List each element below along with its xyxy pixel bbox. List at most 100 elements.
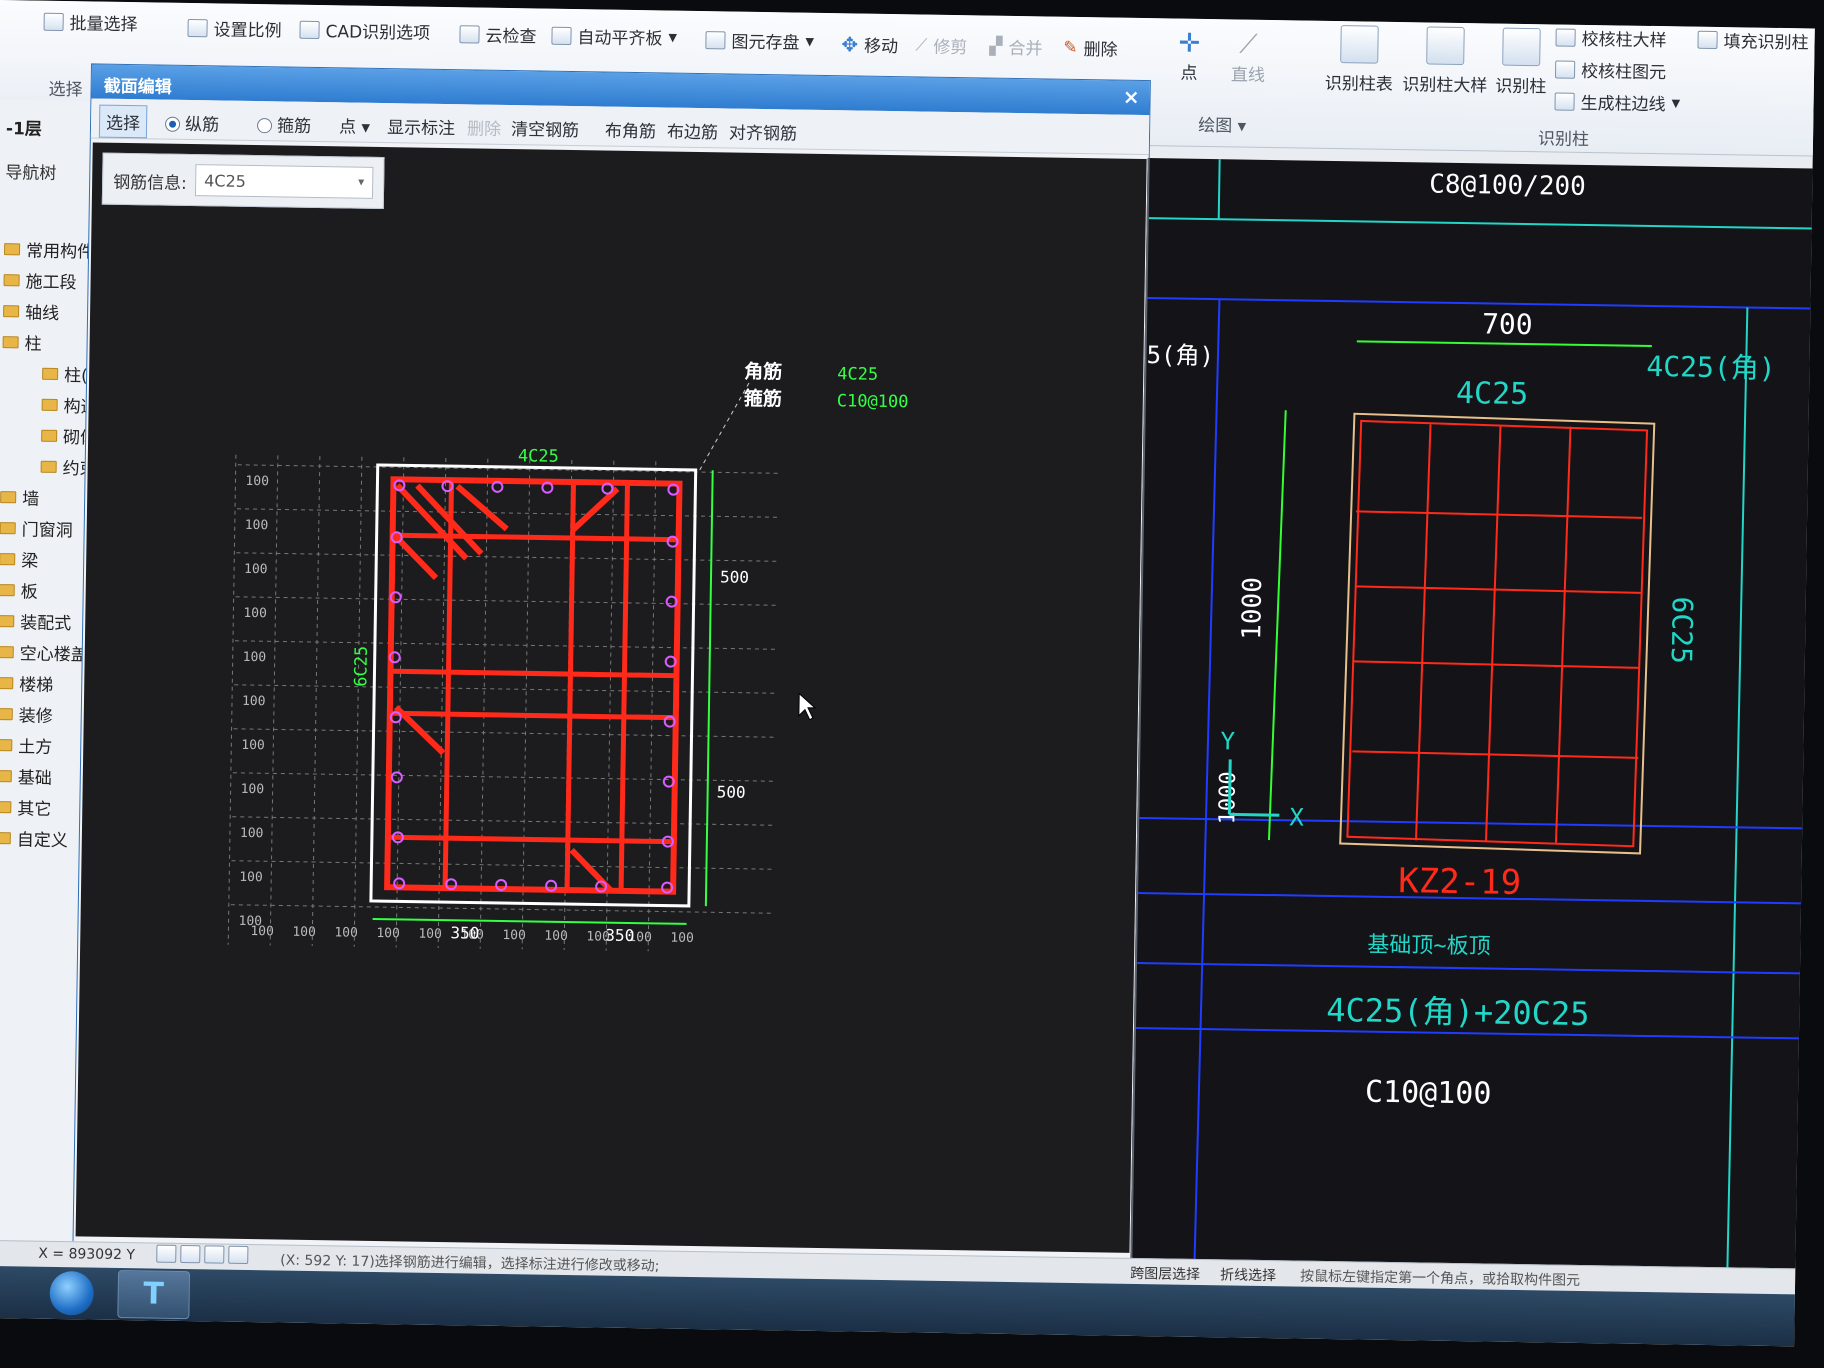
ortho-icon[interactable] <box>156 1244 177 1263</box>
check-col-element-button[interactable]: 校核柱图元 <box>1554 56 1666 83</box>
nav-item[interactable]: 其它 <box>0 794 52 820</box>
cross-layer-select-button[interactable]: 跨图层选择 <box>1130 1263 1200 1284</box>
select-group-label: 选择 <box>48 79 83 101</box>
line-icon: ⟋ <box>1239 29 1258 60</box>
nav-item[interactable]: 基础 <box>0 763 52 789</box>
start-button[interactable] <box>49 1270 95 1316</box>
cad-stirrup-leg <box>1356 510 1643 519</box>
chevron-down-icon: ▾ <box>361 117 371 138</box>
auto-align-slab-button[interactable]: 自动平齐板 ▾ <box>551 23 677 50</box>
folder-icon <box>0 521 16 534</box>
save-icon <box>705 30 726 49</box>
folder-icon <box>3 304 20 317</box>
nav-item[interactable]: 装配式 <box>0 608 71 634</box>
trim-button[interactable]: ⟋ 修剪 <box>915 32 967 58</box>
line-button[interactable]: ⟋ 直线 <box>1221 29 1276 86</box>
nav-item[interactable]: 轴线 <box>3 298 59 324</box>
nav-item-label: 其它 <box>17 799 52 820</box>
batch-select-button[interactable]: 批量选择 <box>43 9 138 35</box>
floor-selector[interactable]: -1层 <box>6 114 42 140</box>
cad-stirrup-leg <box>1352 750 1639 759</box>
axis-line <box>1229 812 1280 817</box>
cad-left-cut: 5(角) <box>1146 341 1214 370</box>
side-rebar-label: 6C25 <box>351 646 372 687</box>
nav-item[interactable]: 梁 <box>0 546 38 572</box>
select-tool-button[interactable]: 选择 <box>98 104 148 139</box>
fill-identify-col-button[interactable]: 填充识别柱 <box>1697 27 1809 53</box>
app-taskbar-button[interactable]: T <box>117 1270 191 1320</box>
nav-item-label: 板 <box>20 582 38 603</box>
cad-stirrup <box>1346 419 1649 848</box>
set-scale-button[interactable]: 设置比例 <box>187 15 282 41</box>
coords-readout: X = 893092 Y <box>38 1245 136 1264</box>
table-line <box>1725 307 1749 1288</box>
chevron-down-icon: ▾ <box>805 31 815 52</box>
radio-checked-icon <box>164 116 181 132</box>
nav-item[interactable]: 空心楼盖 <box>0 639 88 665</box>
grid-line <box>395 457 405 948</box>
nav-item[interactable]: 楼梯 <box>0 670 53 696</box>
nav-item[interactable]: 墙 <box>0 484 39 510</box>
grid-icon[interactable] <box>228 1245 249 1265</box>
snap-icon[interactable] <box>180 1244 201 1264</box>
delete-button[interactable]: ✎ 删除 <box>1063 35 1118 60</box>
cad-icon <box>299 20 320 39</box>
section-canvas[interactable]: 钢筋信息: 4C25 ▾ 100 100 100 100 100 100 100 100 100 1… <box>75 142 1147 1253</box>
rebar-info-input[interactable]: 4C25 ▾ <box>194 164 374 199</box>
folder-icon <box>0 738 13 751</box>
identify-col-button[interactable]: 识别柱 <box>1489 27 1554 97</box>
chevron-down-icon: ▾ <box>1671 92 1681 113</box>
perpendicular-icon[interactable] <box>204 1245 225 1264</box>
grid-label: 100 <box>242 694 266 709</box>
stirrup-leg <box>394 532 677 543</box>
identify-col-table-button[interactable]: 识别柱表 <box>1319 25 1400 95</box>
table-line <box>1147 297 1815 311</box>
cad-stirrup-text: C10@100 <box>1365 1075 1492 1112</box>
scale-icon <box>187 18 208 37</box>
nav-item[interactable]: 施工段 <box>3 267 77 293</box>
clear-rebar-button[interactable]: 清空钢筋 <box>511 115 579 141</box>
grid-label: 100 <box>670 931 694 946</box>
identify-col-detail-button[interactable]: 识别柱大样 <box>1397 26 1494 96</box>
corner-rebar-button[interactable]: 布角筋 <box>605 117 656 143</box>
dim-right-top: 500 <box>720 567 749 586</box>
cad-elevation: 基础顶~板顶 <box>1367 933 1491 960</box>
move-button[interactable]: ✥ 移动 <box>841 31 898 57</box>
delete-rebar-button[interactable]: 删除 <box>467 114 501 140</box>
nav-item[interactable]: 柱 <box>2 329 42 355</box>
dimension-line <box>704 470 714 907</box>
folder-icon <box>0 707 13 720</box>
folder-icon <box>0 800 12 813</box>
nav-item[interactable]: 板 <box>0 577 38 603</box>
align-rebar-button[interactable]: 对齐钢筋 <box>729 118 797 144</box>
folder-icon <box>0 490 17 503</box>
nav-item[interactable]: 自定义 <box>0 825 68 851</box>
nav-item[interactable]: 门窗洞 <box>0 515 73 541</box>
nav-item[interactable]: 装修 <box>0 701 53 727</box>
polyline-select-button[interactable]: 折线选择 <box>1220 1264 1276 1285</box>
column-detail-icon <box>1426 26 1465 66</box>
check-col-detail-button[interactable]: 校核柱大样 <box>1555 24 1667 51</box>
edge-rebar-button[interactable]: 布边筋 <box>667 117 718 143</box>
top-rebar-label: 4C25 <box>518 446 559 467</box>
cad-options-button[interactable]: CAD识别选项 <box>299 17 430 44</box>
check-element-icon <box>1554 59 1576 79</box>
cad-width-dim: 700 <box>1482 307 1533 341</box>
longitudinal-radio[interactable]: 纵筋 <box>164 110 219 135</box>
show-marks-button[interactable]: 显示标注 <box>387 113 455 139</box>
cloud-check-button[interactable]: 云检查 <box>459 21 537 47</box>
element-save-button[interactable]: 图元存盘 ▾ <box>705 27 814 54</box>
point-button[interactable]: ✛ 点 <box>1169 28 1210 84</box>
close-button[interactable]: × <box>1123 85 1140 109</box>
point-tool-button[interactable]: 点 ▾ <box>339 112 370 137</box>
gen-col-edge-button[interactable]: 生成柱边线 ▾ <box>1554 88 1680 115</box>
stirrup-radio[interactable]: 箍筋 <box>256 111 311 137</box>
merge-button[interactable]: ▞ 合并 <box>989 34 1042 59</box>
nav-item-label: 轴线 <box>24 303 60 324</box>
table-line <box>1136 961 1815 975</box>
nav-item[interactable]: 土方 <box>0 732 52 758</box>
folder-icon <box>4 242 21 255</box>
trim-icon: ⟋ <box>915 34 928 56</box>
column-table-icon <box>1340 25 1379 64</box>
rebar-info-label: 钢筋信息: <box>112 172 188 194</box>
